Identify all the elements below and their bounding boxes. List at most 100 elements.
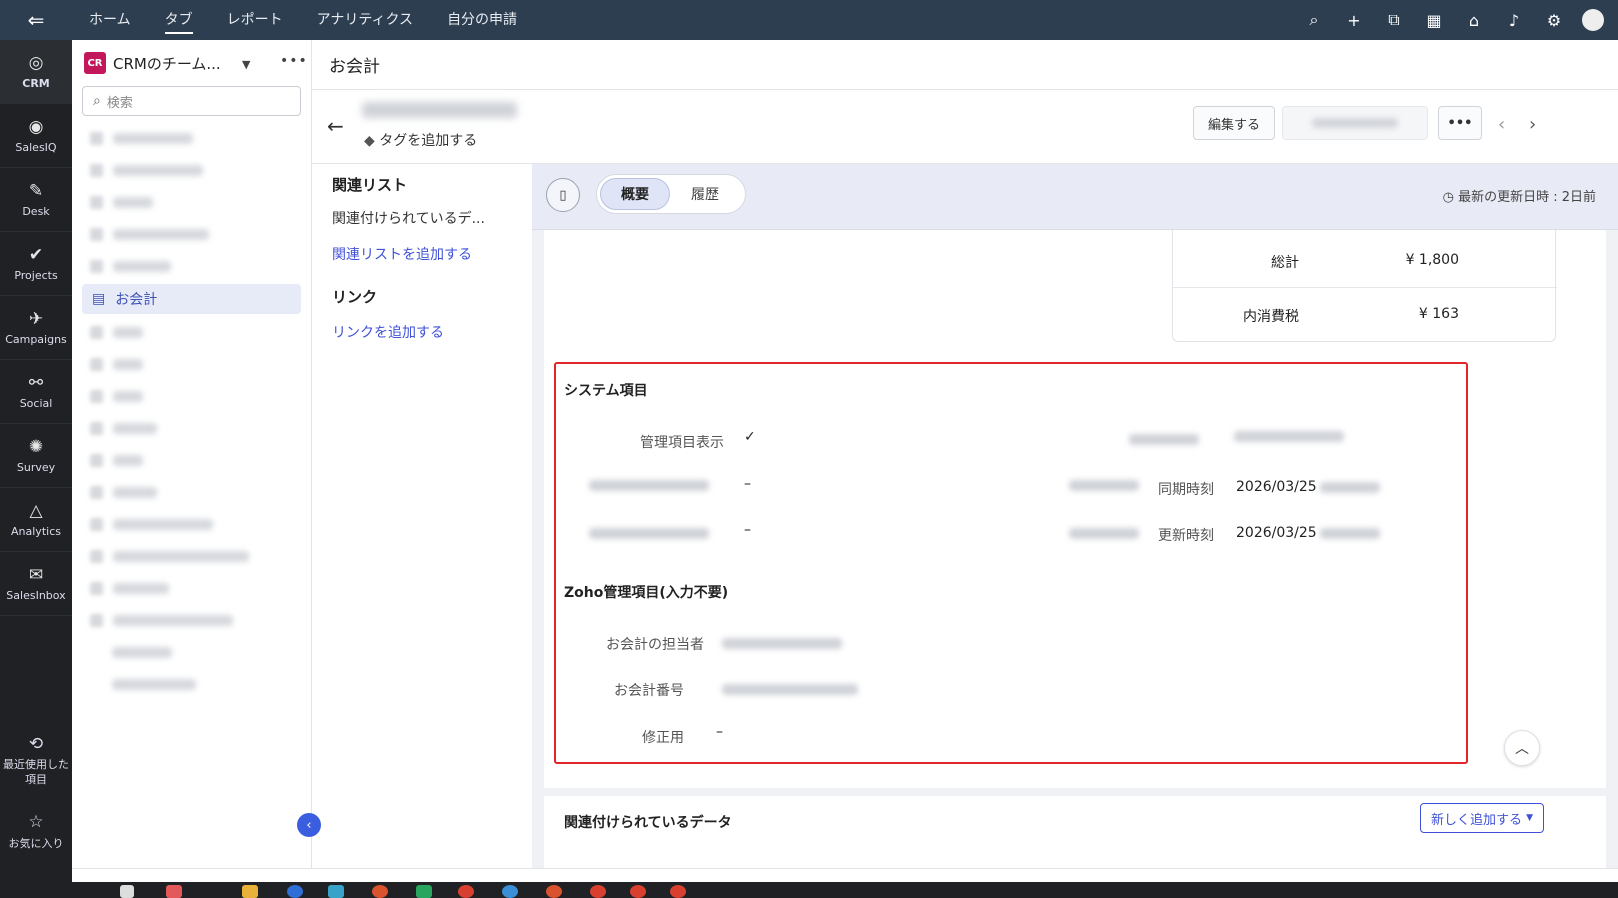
taskbar-icon[interactable] (416, 885, 432, 898)
avatar[interactable] (1582, 9, 1604, 31)
app-label: SalesIQ (15, 141, 57, 154)
app-salesinbox[interactable]: ✉ SalesInbox (0, 552, 72, 616)
edit-button[interactable]: 編集する (1193, 106, 1275, 140)
panel-toggle-icon[interactable]: ▯ (546, 178, 580, 212)
related-list-item[interactable]: 関連付けられているデ... (312, 208, 485, 228)
plus-icon[interactable]: + (1334, 11, 1374, 30)
app-label: Social (19, 397, 53, 410)
add-new-label: 新しく追加する (1430, 812, 1522, 828)
app-desk[interactable]: ✎ Desk (0, 168, 72, 232)
app-label: Survey (16, 461, 56, 474)
add-new-button[interactable]: 新しく追加する ▼ (1420, 803, 1544, 833)
sidebar-item-blurred[interactable] (72, 444, 311, 476)
sidebar-item-blurred[interactable] (72, 476, 311, 508)
add-related-list-link[interactable]: 関連リストを追加する (312, 244, 472, 264)
number-label: お会計番号 (614, 683, 684, 699)
nav-tabs[interactable]: タブ (148, 0, 210, 40)
back-arrow-icon[interactable]: ← (327, 114, 344, 138)
taskbar-icon[interactable] (372, 885, 388, 898)
update-time-value: 2026/03/25 (1236, 525, 1317, 541)
sidebar-item-blurred[interactable] (72, 668, 311, 700)
app-campaigns[interactable]: ✈ Campaigns (0, 296, 72, 360)
app-salesiq[interactable]: ◉ SalesIQ (0, 104, 72, 168)
page-title: お会計 (312, 40, 1618, 90)
taskbar-icon[interactable] (458, 885, 474, 898)
blurred-label (589, 480, 709, 491)
calendar-icon[interactable]: ▦ (1414, 11, 1454, 30)
recent-items[interactable]: ⟲ 最近使用した項目 (0, 734, 72, 787)
previous-record-icon[interactable]: ‹ (1498, 114, 1505, 135)
blurred-value (1234, 431, 1344, 442)
nav-reports[interactable]: レポート (210, 0, 300, 40)
menu-back-icon[interactable]: ⇐ (0, 0, 72, 40)
sidebar-item-blurred[interactable] (72, 636, 311, 668)
more-icon[interactable]: ••• (280, 53, 308, 69)
totals-box: 総計 ¥ 1,800 内消費税 ¥ 163 (1172, 230, 1557, 342)
sidebar-item-blurred[interactable] (72, 412, 311, 444)
nav-my-requests[interactable]: 自分の申請 (430, 0, 534, 40)
sidebar-item-blurred[interactable] (72, 572, 311, 604)
analytics-icon: △ (29, 501, 43, 521)
tab-overview[interactable]: 概要 (600, 178, 670, 210)
blurred-label (589, 528, 709, 539)
app-label: SalesInbox (6, 589, 66, 602)
app-crm[interactable]: ◎ CRM (0, 40, 72, 104)
activity-icon[interactable]: ⧉ (1374, 10, 1414, 30)
caret-down-icon[interactable]: ▼ (242, 58, 250, 71)
taskbar-icon[interactable] (630, 885, 646, 898)
sidebar-item-blurred[interactable] (72, 604, 311, 636)
owner-label: お会計の担当者 (606, 637, 704, 653)
last-updated: ◷ 最新の更新日時 : 2日前 (1443, 186, 1596, 205)
favorites[interactable]: ☆ お気に入り (0, 812, 72, 851)
taskbar-icon[interactable] (546, 885, 562, 898)
add-link-link[interactable]: リンクを追加する (312, 322, 444, 342)
sidebar-item-blurred[interactable] (72, 348, 311, 380)
gear-icon[interactable]: ⚙ (1534, 11, 1574, 30)
taskbar-icon[interactable] (328, 885, 344, 898)
scroll-to-top-button[interactable]: ︿ (1504, 730, 1540, 766)
nav-analytics[interactable]: アナリティクス (300, 0, 430, 40)
projects-icon: ✔ (28, 245, 44, 265)
tab-history[interactable]: 履歴 (670, 178, 740, 210)
tax-row: 内消費税 ¥ 163 (1173, 288, 1557, 342)
more-options-button[interactable]: ••• (1438, 106, 1482, 140)
taskbar-icon[interactable] (670, 885, 686, 898)
search-icon[interactable]: ⌕ (1294, 10, 1334, 30)
blurred-button[interactable] (1282, 106, 1428, 140)
sidebar-item-blurred[interactable] (72, 540, 311, 572)
sidebar-item-blurred[interactable] (72, 380, 311, 412)
sidebar-item-blurred[interactable] (72, 250, 311, 282)
bell-icon[interactable]: ♪ (1494, 11, 1534, 30)
sidebar-item-blurred[interactable] (72, 154, 311, 186)
add-tag-link[interactable]: ◆ タグを追加する (364, 130, 477, 150)
app-analytics[interactable]: △ Analytics (0, 488, 72, 552)
collapse-sidebar-button[interactable]: ‹ (297, 813, 321, 837)
sidebar-item-blurred[interactable] (72, 186, 311, 218)
store-icon[interactable]: ⌂ (1454, 11, 1494, 30)
sidebar-search[interactable]: ⌕ 検索 (82, 86, 301, 116)
sidebar-item-blurred[interactable] (72, 508, 311, 540)
sidebar-item-blurred[interactable] (72, 218, 311, 250)
tab-bar: ▯ 概要 履歴 ◷ 最新の更新日時 : 2日前 (532, 164, 1618, 230)
taskbar-icon[interactable] (120, 885, 134, 898)
sync-time-label: 同期時刻 (1158, 482, 1214, 498)
taskbar-icon[interactable] (287, 885, 303, 898)
taskbar-icon[interactable] (242, 885, 258, 898)
app-survey[interactable]: ✺ Survey (0, 424, 72, 488)
record-id-blurred (362, 102, 517, 118)
tag-icon: ◆ (364, 133, 375, 149)
module-sidebar: CR CRMのチーム... ▼ ••• ⌕ 検索 ▤ お会計 (72, 40, 312, 882)
taskbar-icon[interactable] (590, 885, 606, 898)
sidebar-item-blurred[interactable] (72, 316, 311, 348)
taskbar-icon[interactable] (502, 885, 518, 898)
nav-home[interactable]: ホーム (72, 0, 148, 40)
app-social[interactable]: ⚯ Social (0, 360, 72, 424)
next-record-icon[interactable]: › (1529, 114, 1536, 135)
taskbar-icon[interactable] (166, 885, 182, 898)
sidebar-item-blurred[interactable] (72, 122, 311, 154)
app-projects[interactable]: ✔ Projects (0, 232, 72, 296)
add-tag-label: タグを追加する (379, 133, 478, 149)
team-selector[interactable]: CR CRMのチーム... (72, 40, 311, 86)
sidebar-item-okaikei[interactable]: ▤ お会計 (82, 284, 301, 314)
search-placeholder: 検索 (106, 95, 133, 111)
